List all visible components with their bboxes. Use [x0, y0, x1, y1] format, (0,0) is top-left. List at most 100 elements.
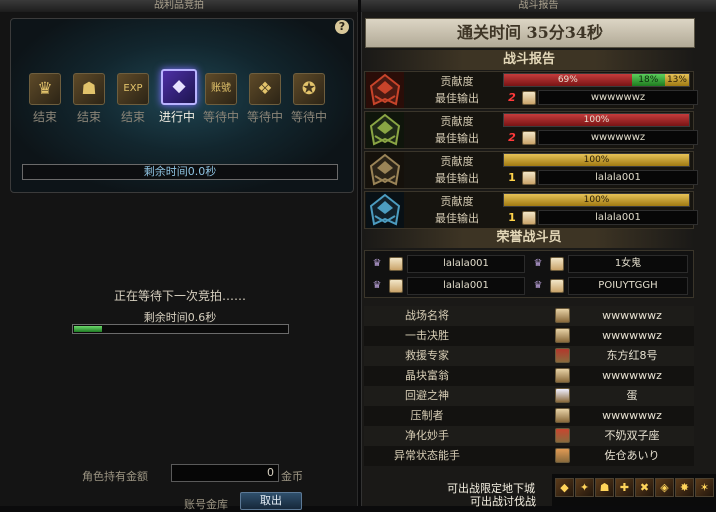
auction-remaining-time: 剩余时间0.0秒 [22, 164, 338, 180]
honor-player-name: lalala001 [407, 277, 525, 295]
battle-report-title: 战斗报告 [361, 0, 716, 12]
gold-reward-icon: ❖ [257, 79, 273, 99]
best-output-player: wwwwwwz [538, 90, 698, 105]
honor-player-name: lalala001 [407, 255, 525, 273]
contribution-segment: 69% [504, 74, 632, 86]
player-portrait-icon [550, 279, 564, 293]
crown-icon: ♛ [372, 258, 382, 269]
contribution-label: 贡献度 [440, 75, 474, 88]
help-icon[interactable]: ? [335, 20, 349, 34]
honor-title-name: 救援专家 [405, 349, 449, 362]
lot-slot[interactable]: EXP [117, 73, 149, 105]
raid-notice: 可出战讨伐战 [470, 495, 536, 508]
gold-amount-label: 角色持有金额 [82, 470, 148, 483]
auction-panel-title: 战利品竞拍 [0, 0, 358, 12]
lot-slot[interactable]: ♛ [29, 73, 61, 105]
player-portrait-icon [550, 257, 564, 271]
waiting-progress-fill [74, 326, 102, 332]
waiting-remaining-time: 剩余时间0.6秒 [143, 311, 217, 324]
player-portrait-icon [555, 348, 570, 363]
player-portrait-icon [555, 448, 570, 463]
contribution-label: 贡献度 [440, 195, 474, 208]
contribution-segment: 100% [504, 154, 689, 166]
gold-amount-field[interactable]: 0 [171, 464, 279, 482]
honor-title-name: 回避之神 [405, 389, 449, 402]
lot-slot[interactable]: ✪ [293, 73, 325, 105]
best-output-player: lalala001 [538, 210, 698, 225]
honor-player-name: POIUYTGGH [568, 277, 688, 295]
gold-coin-bag-icon: ✪ [301, 79, 317, 99]
honor-title-name: 一击决胜 [405, 329, 449, 342]
player-portrait-icon [522, 171, 536, 185]
lot-slot[interactable]: ☗ [73, 73, 105, 105]
honor-player-name: 1女鬼 [568, 255, 688, 273]
player-portrait-icon [555, 308, 570, 323]
player-portrait-icon [555, 388, 570, 403]
contribution-label: 贡献度 [440, 115, 474, 128]
player-portrait-icon [389, 279, 403, 293]
gold-unit-label: 金币 [281, 470, 303, 483]
lot-slot[interactable]: ❖ [249, 73, 281, 105]
contribution-bar: 100% [503, 193, 690, 207]
exp-scroll-icon: EXP [123, 83, 143, 94]
purple-crystal-icon: ◆ [172, 76, 186, 96]
player-portrait-icon [555, 408, 570, 423]
hotbar-skill-icon[interactable]: ✶ [695, 478, 714, 497]
rank-icon: 2 [508, 91, 516, 104]
rank-icon: 2 [508, 131, 516, 144]
contribution-bar: 100% [503, 113, 690, 127]
blue-crystal-helmet-avatar [366, 192, 404, 228]
treasure-chest-icon: ♛ [37, 79, 53, 99]
crown-icon: ♛ [533, 280, 543, 291]
honor-title-player: wwwwwwz [602, 369, 662, 382]
player-portrait-icon [522, 131, 536, 145]
hotbar-skill-icon[interactable]: ☗ [595, 478, 614, 497]
hotbar-skill-icon[interactable]: ✸ [675, 478, 694, 497]
lot-status-label: 等待中 [246, 110, 283, 124]
player-portrait-icon [555, 328, 570, 343]
contribution-label: 贡献度 [440, 155, 474, 168]
player-portrait-icon [555, 428, 570, 443]
hotbar-skill-icon[interactable]: ✦ [575, 478, 594, 497]
honor-title-player: wwwwwwz [602, 329, 662, 342]
withdraw-button[interactable]: 取出 [240, 492, 302, 510]
honor-title-player: wwwwwwz [602, 309, 662, 322]
lot-status-label: 结束 [120, 110, 145, 124]
hotbar-skill-icon[interactable]: ◆ [555, 478, 574, 497]
gold-armor-icon: ☗ [81, 79, 97, 99]
player-portrait-icon [389, 257, 403, 271]
honor-title-name: 压制者 [410, 409, 444, 422]
bronze-knight-helmet-avatar [366, 152, 404, 188]
waiting-progress-bar [72, 324, 289, 334]
honor-title-name: 战场名将 [405, 309, 449, 322]
best-output-label: 最佳输出 [435, 92, 479, 105]
account-chest-icon: 账號 [211, 83, 231, 94]
rank-icon: 1 [508, 211, 516, 224]
honor-title-player: 蛋 [626, 389, 638, 402]
contribution-segment: 100% [504, 194, 689, 206]
player-portrait-icon [555, 368, 570, 383]
best-output-player: wwwwwwz [538, 130, 698, 145]
waiting-status-text: 正在等待下一次竞拍…… [113, 289, 246, 303]
hotbar-skill-icon[interactable]: ✖ [635, 478, 654, 497]
rank-icon: 1 [508, 171, 516, 184]
contribution-bar: 100% [503, 153, 690, 167]
red-fire-helmet-avatar [366, 72, 404, 108]
lot-status-label: 结束 [32, 110, 57, 124]
best-output-label: 最佳输出 [435, 172, 479, 185]
honor-title-player: 不奶双子座 [604, 429, 660, 442]
lot-slot[interactable]: 账號 [205, 73, 237, 105]
hotbar-skill-icon[interactable]: ◈ [655, 478, 674, 497]
honor-title-player: 东方红8号 [606, 349, 658, 362]
report-section-header: 战斗报告 [364, 50, 694, 70]
player-portrait-icon [522, 91, 536, 105]
crown-icon: ♛ [533, 258, 543, 269]
contribution-bar: 69% 18% 13% [503, 73, 690, 87]
lot-slot[interactable]: ◆ [161, 69, 197, 105]
crown-icon: ♛ [372, 280, 382, 291]
contribution-segment: 18% [631, 74, 665, 86]
best-output-label: 最佳输出 [435, 132, 479, 145]
hotbar-skill-icon[interactable]: ✚ [615, 478, 634, 497]
honor-title-player: 佐仓あいり [604, 449, 660, 462]
best-output-player: lalala001 [538, 170, 698, 185]
